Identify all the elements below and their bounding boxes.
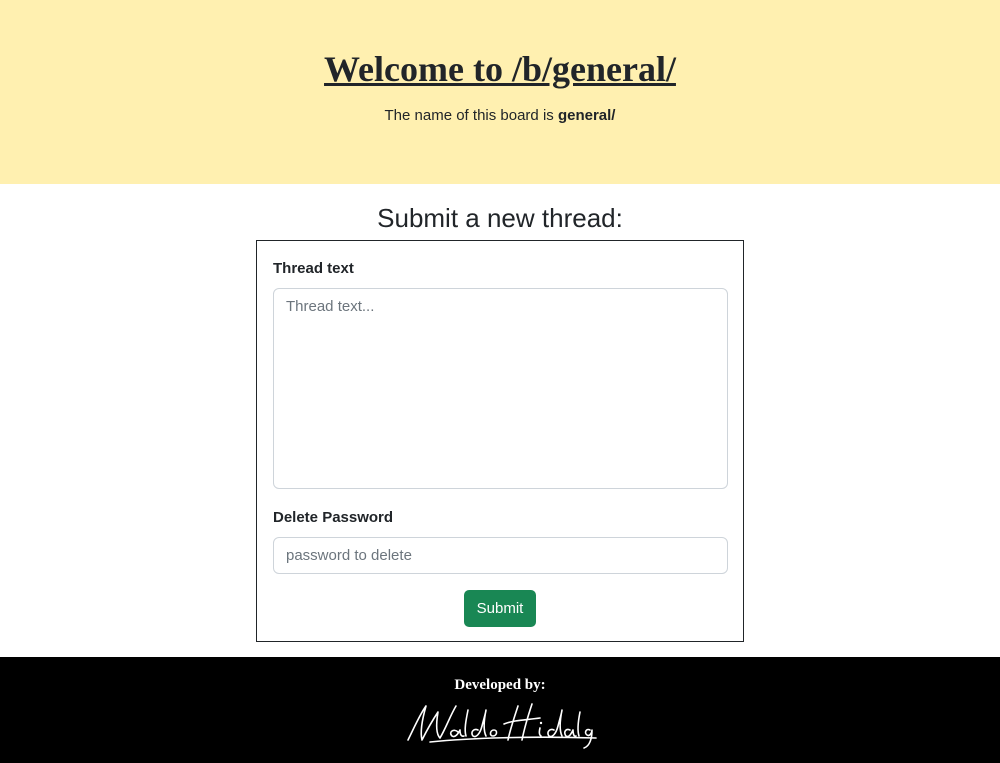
page-header: Welcome to /b/general/ The name of this …: [0, 0, 1000, 184]
signature-logo: [407, 703, 597, 749]
delete-password-label: Delete Password: [273, 509, 394, 526]
submit-row: Submit: [273, 590, 727, 627]
page-title: Welcome to /b/general/: [324, 49, 676, 89]
form-heading: Submit a new thread:: [377, 203, 623, 233]
main-content: Submit a new thread: Thread text Delete …: [0, 184, 1000, 642]
delete-password-input[interactable]: [273, 537, 728, 574]
thread-text-input[interactable]: [273, 288, 728, 489]
developed-by-label: Developed by:: [454, 677, 546, 693]
board-name: general/: [557, 107, 616, 124]
board-subtitle-prefix: The name of this board is: [384, 107, 558, 124]
board-subtitle: The name of this board is general/: [0, 107, 1000, 124]
page-footer: Developed by:: [0, 657, 1000, 763]
thread-text-label: Thread text: [273, 260, 354, 277]
submit-button[interactable]: Submit: [463, 590, 537, 627]
new-thread-form: Thread text Delete Password Submit: [256, 240, 744, 642]
